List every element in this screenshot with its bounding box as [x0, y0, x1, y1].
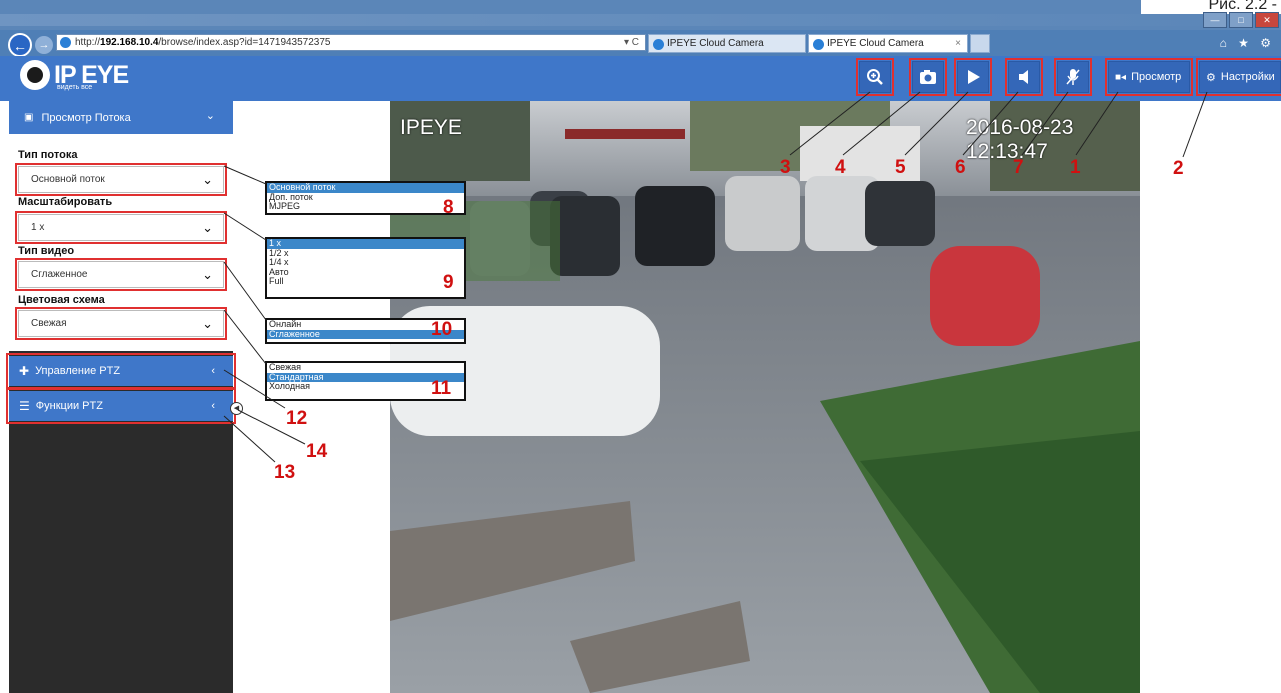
callout-leader-lines [223, 91, 1208, 463]
callout-number: 5 [895, 157, 906, 178]
callout-number: 8 [443, 197, 454, 218]
callout-number: 14 [306, 441, 328, 462]
callout-number: 2 [1173, 158, 1184, 179]
callout-number: 6 [955, 157, 966, 178]
callout-number: 4 [835, 157, 846, 178]
callout-number: 1 [1070, 157, 1081, 178]
callout-number: 7 [1013, 157, 1024, 178]
callout-number: 13 [274, 462, 296, 483]
callout-number: 3 [780, 157, 791, 178]
callout-number: 11 [431, 378, 452, 399]
callout-number: 10 [431, 319, 453, 340]
callout-number: 12 [286, 408, 308, 429]
callout-number: 9 [443, 272, 454, 293]
